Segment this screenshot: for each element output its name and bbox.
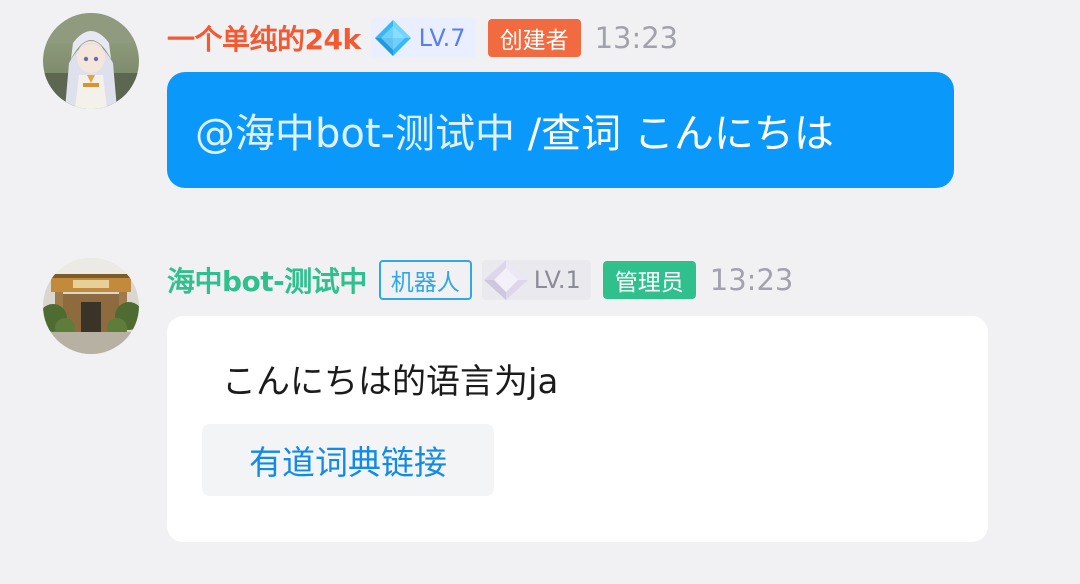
level-badge: LV.7 bbox=[370, 18, 476, 58]
message-timestamp: 13:23 bbox=[594, 21, 679, 55]
sender-name[interactable]: 一个单纯的24k bbox=[167, 18, 361, 58]
sender-avatar[interactable] bbox=[43, 258, 139, 354]
message-bubble[interactable]: @海中bot-测试中 /查词 こんにちは bbox=[167, 72, 954, 188]
message-card[interactable]: こんにちは的语言为ja 有道词典链接 bbox=[167, 316, 988, 542]
sender-avatar[interactable] bbox=[43, 13, 139, 109]
message-timestamp: 13:23 bbox=[709, 263, 794, 297]
school-gate-avatar-icon bbox=[43, 258, 139, 354]
level-badge: LV.1 bbox=[481, 260, 591, 300]
level-text: LV.1 bbox=[533, 266, 581, 294]
bot-tag: 机器人 bbox=[378, 260, 472, 300]
role-badge-admin: 管理员 bbox=[602, 261, 696, 299]
chat-message-user: 一个单纯的24k LV.7 创建者 13:23 @海中bot-测试中 /查词 こ… bbox=[0, 0, 1080, 200]
role-badge-creator: 创建者 bbox=[487, 19, 581, 57]
sender-name[interactable]: 海中bot-测试中 bbox=[167, 260, 367, 300]
anime-girl-avatar-icon bbox=[43, 13, 139, 109]
mention-text[interactable]: @海中bot-测试中 bbox=[195, 101, 515, 159]
reply-text: こんにちは的语言为ja bbox=[222, 362, 559, 402]
message-text: /查词 こんにちは bbox=[514, 111, 834, 157]
youdao-dictionary-link[interactable]: 有道词典链接 bbox=[202, 424, 494, 496]
crystal-icon bbox=[483, 260, 528, 300]
level-text: LV.7 bbox=[418, 24, 466, 52]
diamond-icon bbox=[374, 20, 411, 56]
